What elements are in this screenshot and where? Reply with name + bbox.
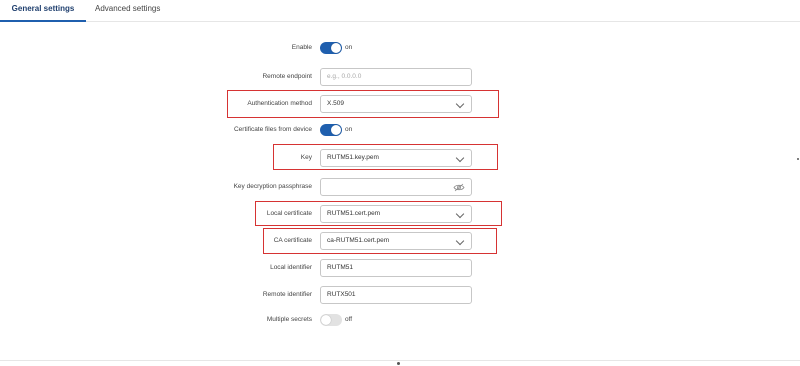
section-divider xyxy=(0,360,800,361)
highlight-box-auth-method xyxy=(227,90,499,118)
key-passphrase-input[interactable] xyxy=(320,178,472,196)
multiple-secrets-row: Multiple secrets off xyxy=(0,310,800,330)
cert-from-device-label: Certificate files from device xyxy=(233,126,312,133)
enable-label: Enable xyxy=(291,44,312,51)
local-identifier-row: Local identifier RUTM51 xyxy=(0,258,800,278)
key-passphrase-label: Key decryption passphrase xyxy=(233,183,312,190)
tab-bar: General settings Advanced settings xyxy=(0,0,800,22)
toggle-knob xyxy=(331,43,341,53)
eye-slash-icon[interactable] xyxy=(453,183,465,192)
highlight-box-ca-certificate xyxy=(263,228,497,254)
remote-endpoint-placeholder: e.g., 0.0.0.0 xyxy=(327,73,362,80)
edge-dot xyxy=(797,158,799,160)
toggle-knob xyxy=(321,315,331,325)
highlight-box-local-certificate xyxy=(255,201,502,226)
local-identifier-value: RUTM51 xyxy=(327,264,354,271)
local-identifier-input[interactable]: RUTM51 xyxy=(320,259,472,277)
local-identifier-label: Local identifier xyxy=(270,264,312,271)
highlight-box-key xyxy=(273,144,498,170)
remote-identifier-row: Remote identifier RUTX501 xyxy=(0,285,800,305)
remote-identifier-input[interactable]: RUTX501 xyxy=(320,286,472,304)
cert-from-device-state: on xyxy=(345,126,353,133)
remote-identifier-value: RUTX501 xyxy=(327,291,356,298)
remote-endpoint-input[interactable]: e.g., 0.0.0.0 xyxy=(320,68,472,86)
remote-endpoint-row: Remote endpoint e.g., 0.0.0.0 xyxy=(0,67,800,87)
scroll-indicator-dot xyxy=(397,362,400,365)
cert-from-device-toggle[interactable] xyxy=(320,124,342,136)
multiple-secrets-label: Multiple secrets xyxy=(266,316,312,323)
key-passphrase-row: Key decryption passphrase xyxy=(0,177,800,197)
remote-endpoint-label: Remote endpoint xyxy=(262,73,312,80)
multiple-secrets-toggle[interactable] xyxy=(320,314,342,326)
cert-from-device-row: Certificate files from device on xyxy=(0,120,800,140)
enable-row: Enable on xyxy=(0,38,800,58)
multiple-secrets-state: off xyxy=(345,316,353,323)
tab-general-settings[interactable]: General settings xyxy=(0,4,86,22)
remote-identifier-label: Remote identifier xyxy=(262,291,312,298)
tab-advanced-settings[interactable]: Advanced settings xyxy=(95,4,160,13)
enable-state: on xyxy=(345,44,353,51)
toggle-knob xyxy=(331,125,341,135)
enable-toggle[interactable] xyxy=(320,42,342,54)
